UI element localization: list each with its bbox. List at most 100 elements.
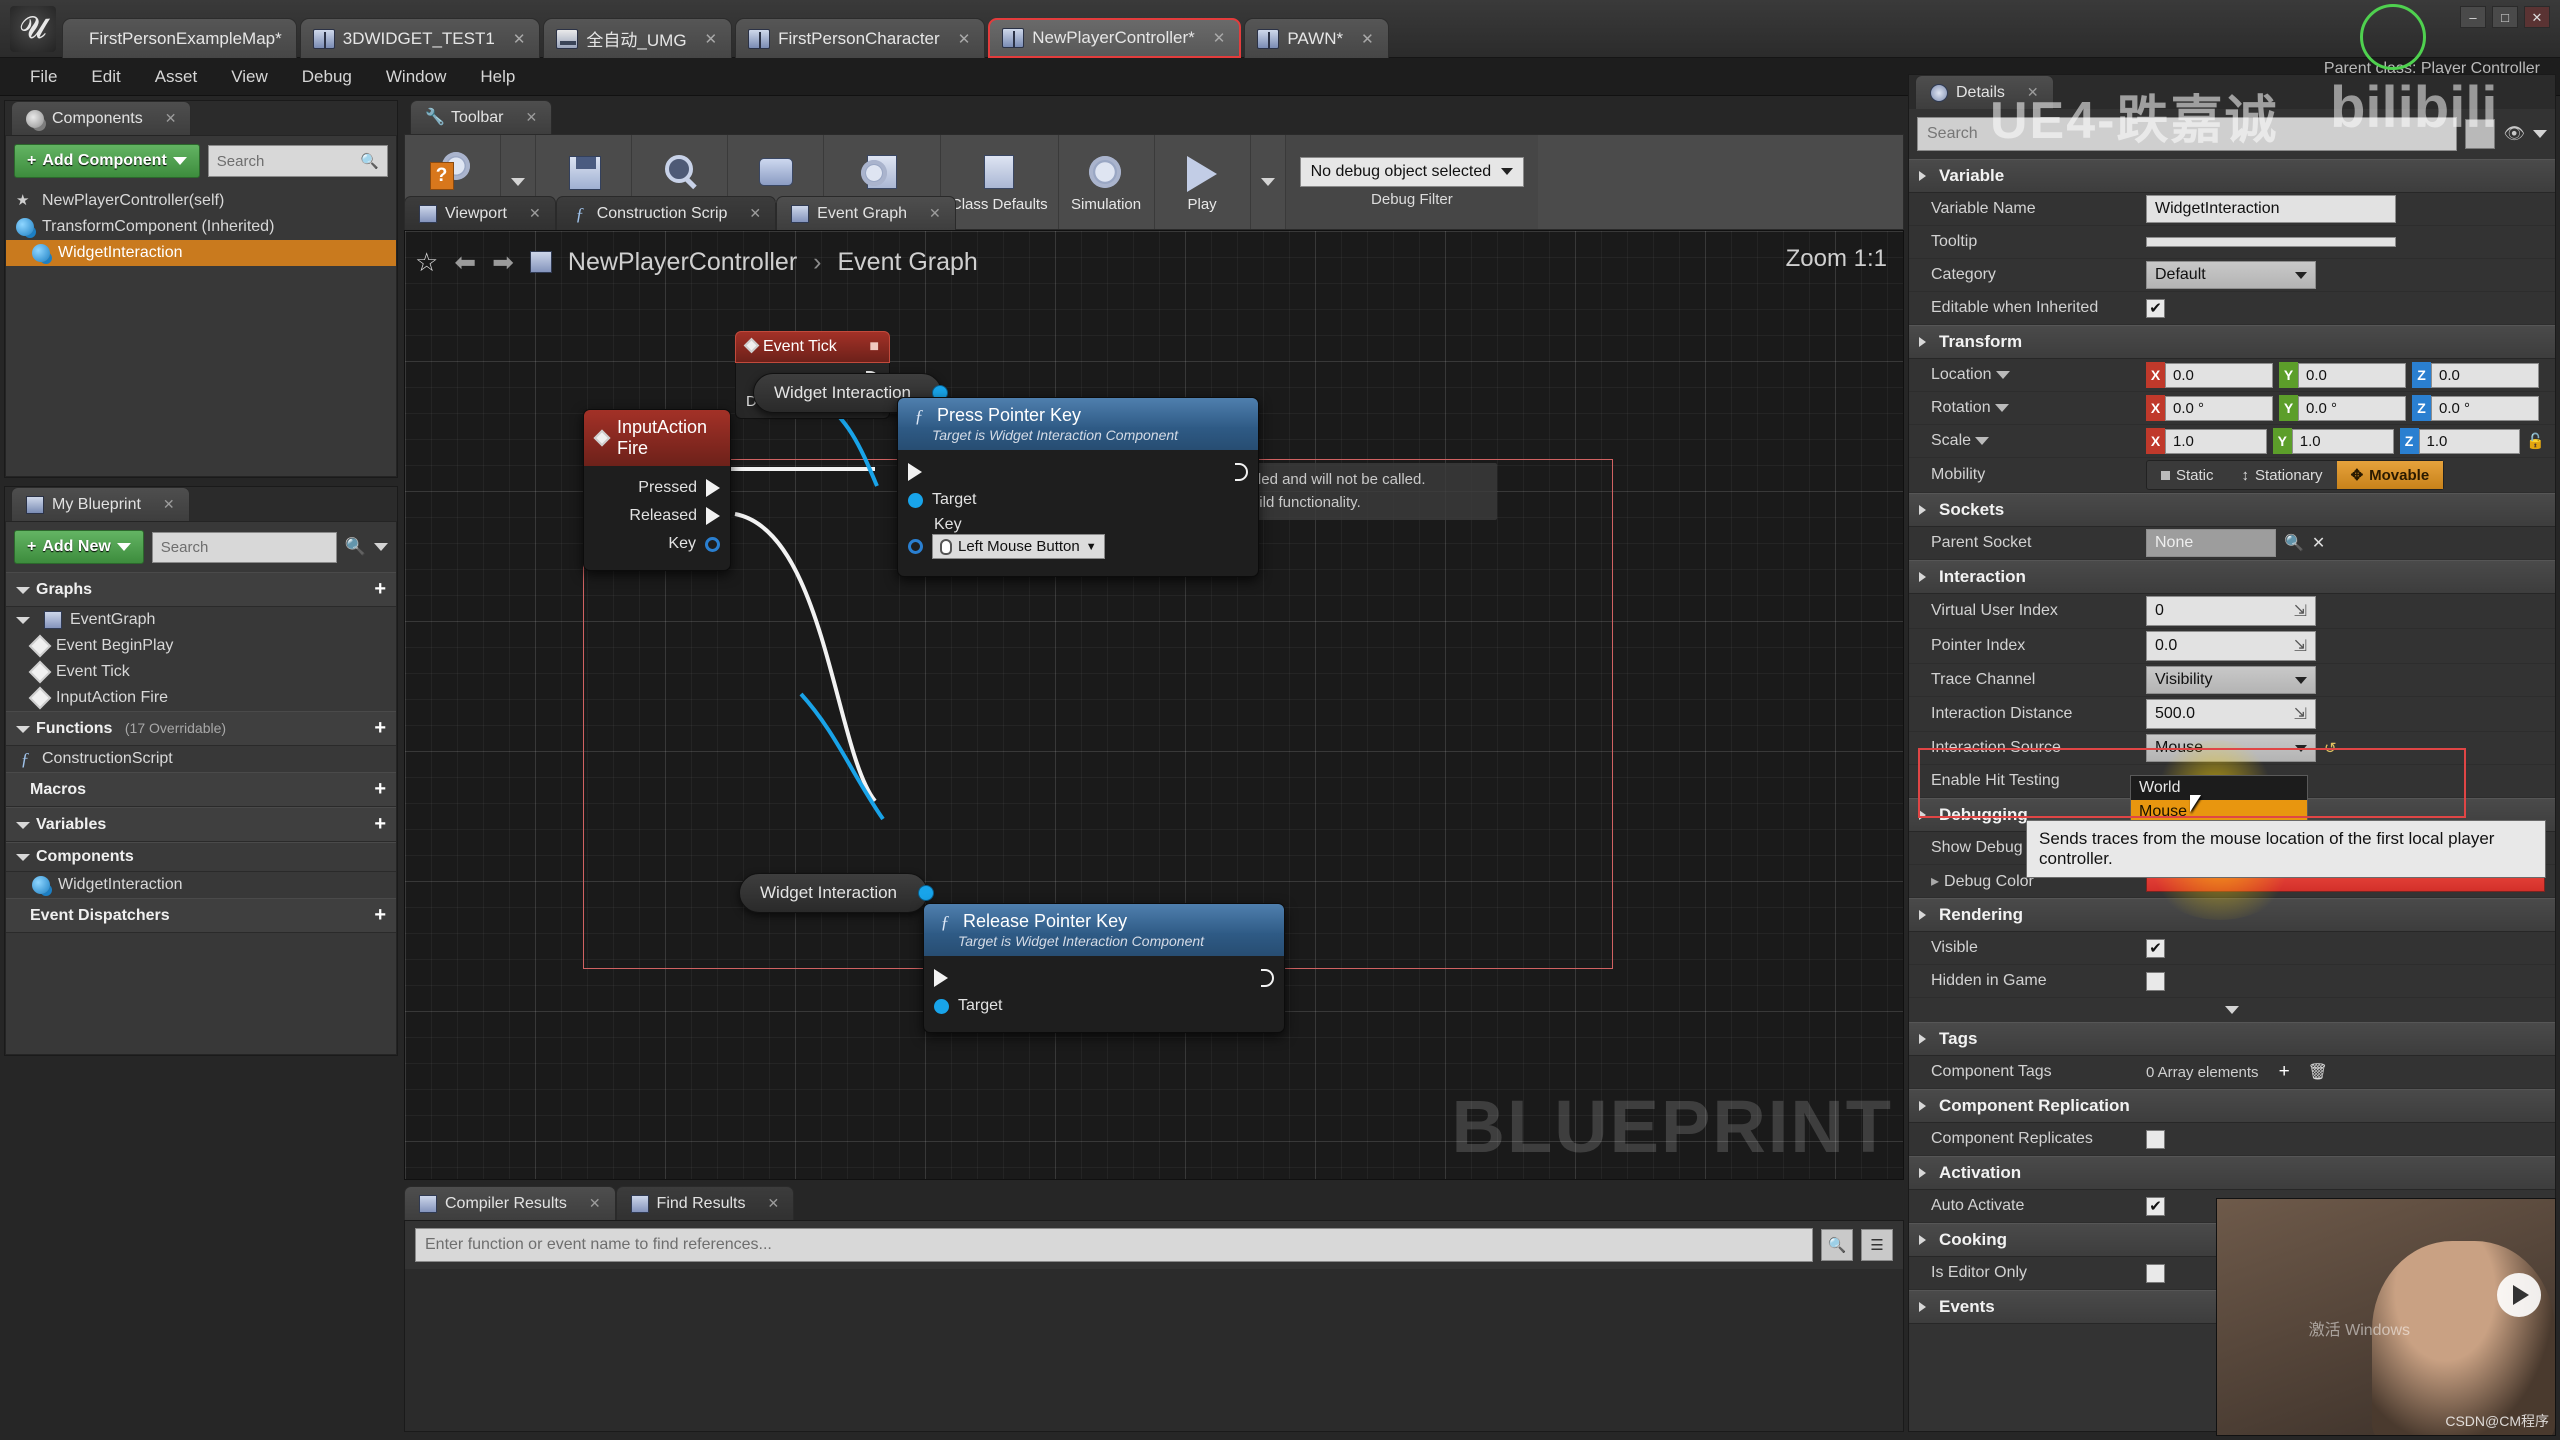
search-icon[interactable]: 🔍 xyxy=(360,152,379,170)
forward-icon[interactable]: ➡ xyxy=(492,247,514,278)
location-x[interactable]: 0.0 xyxy=(2165,362,2273,388)
close-icon[interactable]: ✕ xyxy=(705,30,718,48)
chevron-down-icon[interactable] xyxy=(1975,437,1990,445)
category-activation[interactable]: Activation xyxy=(1909,1156,2555,1190)
node-press-pointer-key[interactable]: ƒ Press Pointer Key Target is Widget Int… xyxy=(897,397,1259,577)
category-component-replication[interactable]: Component Replication xyxy=(1909,1089,2555,1123)
expander-icon[interactable] xyxy=(16,821,30,829)
asset-tab-newplayercontroller[interactable]: NewPlayerController* ✕ xyxy=(988,18,1242,58)
my-blueprint-search-input[interactable]: Search xyxy=(151,531,337,563)
tab-my-blueprint[interactable]: My Blueprint ✕ xyxy=(11,487,190,521)
node-pin-key[interactable]: Left Mouse Button ▼ xyxy=(898,534,1258,564)
section-variables[interactable]: Variables + xyxy=(6,807,396,842)
search-icon[interactable]: 🔍 xyxy=(345,537,366,557)
data-pin-icon[interactable] xyxy=(918,885,935,901)
close-icon[interactable]: ✕ xyxy=(525,109,537,126)
asset-tab-firstpersoncharacter[interactable]: FirstPersonCharacter ✕ xyxy=(735,18,986,58)
search-icon[interactable]: 🔍 xyxy=(1821,1229,1853,1261)
variable-name-input[interactable]: WidgetInteraction xyxy=(2146,195,2396,223)
node-pin-pressed[interactable]: Pressed xyxy=(584,474,730,502)
tree-item-event-beginplay[interactable]: Event BeginPlay xyxy=(6,633,396,659)
interaction-distance-input[interactable]: 500.0 ⇲ xyxy=(2146,699,2316,729)
tree-item-eventgraph[interactable]: EventGraph xyxy=(6,607,396,633)
category-rendering[interactable]: Rendering xyxy=(1909,898,2555,932)
filter-icon[interactable]: ☰ xyxy=(1861,1229,1893,1261)
search-icon[interactable]: 🔍 xyxy=(2284,533,2304,553)
rotation-z[interactable]: 0.0 ° xyxy=(2431,395,2539,421)
editable-when-inherited-checkbox[interactable]: ✔ xyxy=(2146,298,2165,318)
add-function-button[interactable]: + xyxy=(374,717,386,740)
close-icon[interactable]: ✕ xyxy=(929,205,941,222)
add-component-button[interactable]: + Add Component xyxy=(14,144,200,178)
expander-icon[interactable] xyxy=(16,725,30,733)
tab-construction-script[interactable]: ƒ Construction Scrip ✕ xyxy=(555,196,777,230)
location-vector-input[interactable]: X 0.0 Y 0.0 Z 0.0 xyxy=(2146,362,2545,388)
expander-icon[interactable] xyxy=(1919,1101,1926,1111)
tree-item-widgetinteraction[interactable]: WidgetInteraction xyxy=(6,872,396,898)
delete-array-icon[interactable]: 🗑 xyxy=(2308,1062,2328,1082)
expander-icon[interactable] xyxy=(1919,1302,1926,1312)
section-event-dispatchers[interactable]: Event Dispatchers + xyxy=(6,898,396,933)
spinner-icon[interactable]: ⇲ xyxy=(2294,601,2307,621)
event-graph-canvas[interactable]: ☆ ⬅ ➡ NewPlayerController › Event Graph … xyxy=(404,230,1904,1180)
play-dropdown[interactable] xyxy=(1251,135,1286,229)
expander-icon[interactable] xyxy=(1919,572,1926,582)
dropdown-option-world[interactable]: World xyxy=(2131,776,2307,800)
menu-view[interactable]: View xyxy=(217,62,282,92)
add-event-dispatcher-button[interactable]: + xyxy=(374,904,386,927)
eye-icon[interactable]: 👁 xyxy=(2503,124,2525,144)
asset-tab-firstpersonexamplemap[interactable]: FirstPersonExampleMap* xyxy=(62,18,297,58)
tooltip-input[interactable] xyxy=(2146,237,2396,247)
asset-tab-umg[interactable]: 全自动_UMG ✕ xyxy=(543,18,733,58)
menu-help[interactable]: Help xyxy=(466,62,529,92)
expand-more-icon[interactable] xyxy=(1909,998,2555,1022)
close-icon[interactable]: ✕ xyxy=(749,205,761,222)
add-variable-button[interactable]: + xyxy=(374,813,386,836)
close-icon[interactable]: ✕ xyxy=(767,1195,779,1212)
component-tree-row-transform[interactable]: TransformComponent (Inherited) xyxy=(6,214,396,240)
category-transform[interactable]: Transform xyxy=(1909,325,2555,359)
asset-tab-pawn[interactable]: PAWN* ✕ xyxy=(1244,18,1389,58)
asset-tab-3dwidget-test1[interactable]: 3DWIDGET_TEST1 ✕ xyxy=(299,18,541,58)
auto-activate-checkbox[interactable]: ✔ xyxy=(2146,1196,2165,1216)
back-icon[interactable]: ⬅ xyxy=(454,247,476,278)
expander-icon[interactable] xyxy=(16,854,30,861)
chevron-down-icon[interactable] xyxy=(2533,130,2547,138)
interaction-source-select[interactable]: Mouse xyxy=(2146,734,2316,762)
minimize-button[interactable]: – xyxy=(2460,6,2486,28)
node-release-pointer-key[interactable]: ƒ Release Pointer Key Target is Widget I… xyxy=(923,903,1285,1033)
expander-icon[interactable] xyxy=(1919,910,1926,920)
node-pin-target[interactable]: Target xyxy=(924,992,1284,1020)
menu-edit[interactable]: Edit xyxy=(77,62,134,92)
tab-components[interactable]: Components ✕ xyxy=(11,101,192,135)
expander-icon[interactable] xyxy=(1919,810,1926,820)
tree-item-constructionscript[interactable]: ƒ ConstructionScript xyxy=(6,746,396,772)
tree-item-inputaction-fire[interactable]: InputAction Fire xyxy=(6,685,396,711)
node-exec-row[interactable] xyxy=(924,964,1284,992)
location-y[interactable]: 0.0 xyxy=(2298,362,2406,388)
close-icon[interactable]: ✕ xyxy=(958,30,971,48)
category-interaction[interactable]: Interaction xyxy=(1909,560,2555,594)
toolbar-simulation-button[interactable]: Simulation xyxy=(1059,135,1155,229)
category-sockets[interactable]: Sockets xyxy=(1909,493,2555,527)
node-pin-key[interactable]: Key xyxy=(584,530,730,558)
toolbar-play-button[interactable]: Play xyxy=(1155,135,1251,229)
add-new-button[interactable]: + Add New xyxy=(14,530,144,564)
key-select[interactable]: Left Mouse Button ▼ xyxy=(932,534,1105,559)
hidden-in-game-checkbox[interactable] xyxy=(2146,971,2165,991)
menu-debug[interactable]: Debug xyxy=(288,62,366,92)
mobility-option-movable[interactable]: ✥ Movable xyxy=(2336,461,2444,489)
chevron-down-icon[interactable] xyxy=(374,543,388,551)
menu-window[interactable]: Window xyxy=(372,62,460,92)
expander-icon[interactable] xyxy=(1919,505,1926,515)
tab-toolbar[interactable]: 🔧 Toolbar ✕ xyxy=(410,100,553,134)
tab-compiler-results[interactable]: Compiler Results ✕ xyxy=(404,1186,616,1220)
location-z[interactable]: 0.0 xyxy=(2431,362,2539,388)
visible-checkbox[interactable]: ✔ xyxy=(2146,938,2165,958)
close-button[interactable]: ✕ xyxy=(2524,6,2550,28)
add-graph-button[interactable]: + xyxy=(374,578,386,601)
breadcrumb-root[interactable]: NewPlayerController xyxy=(568,248,797,277)
pointer-index-input[interactable]: 0.0 ⇲ xyxy=(2146,631,2316,661)
expander-icon[interactable] xyxy=(1919,337,1926,347)
close-icon[interactable]: ✕ xyxy=(165,110,177,127)
